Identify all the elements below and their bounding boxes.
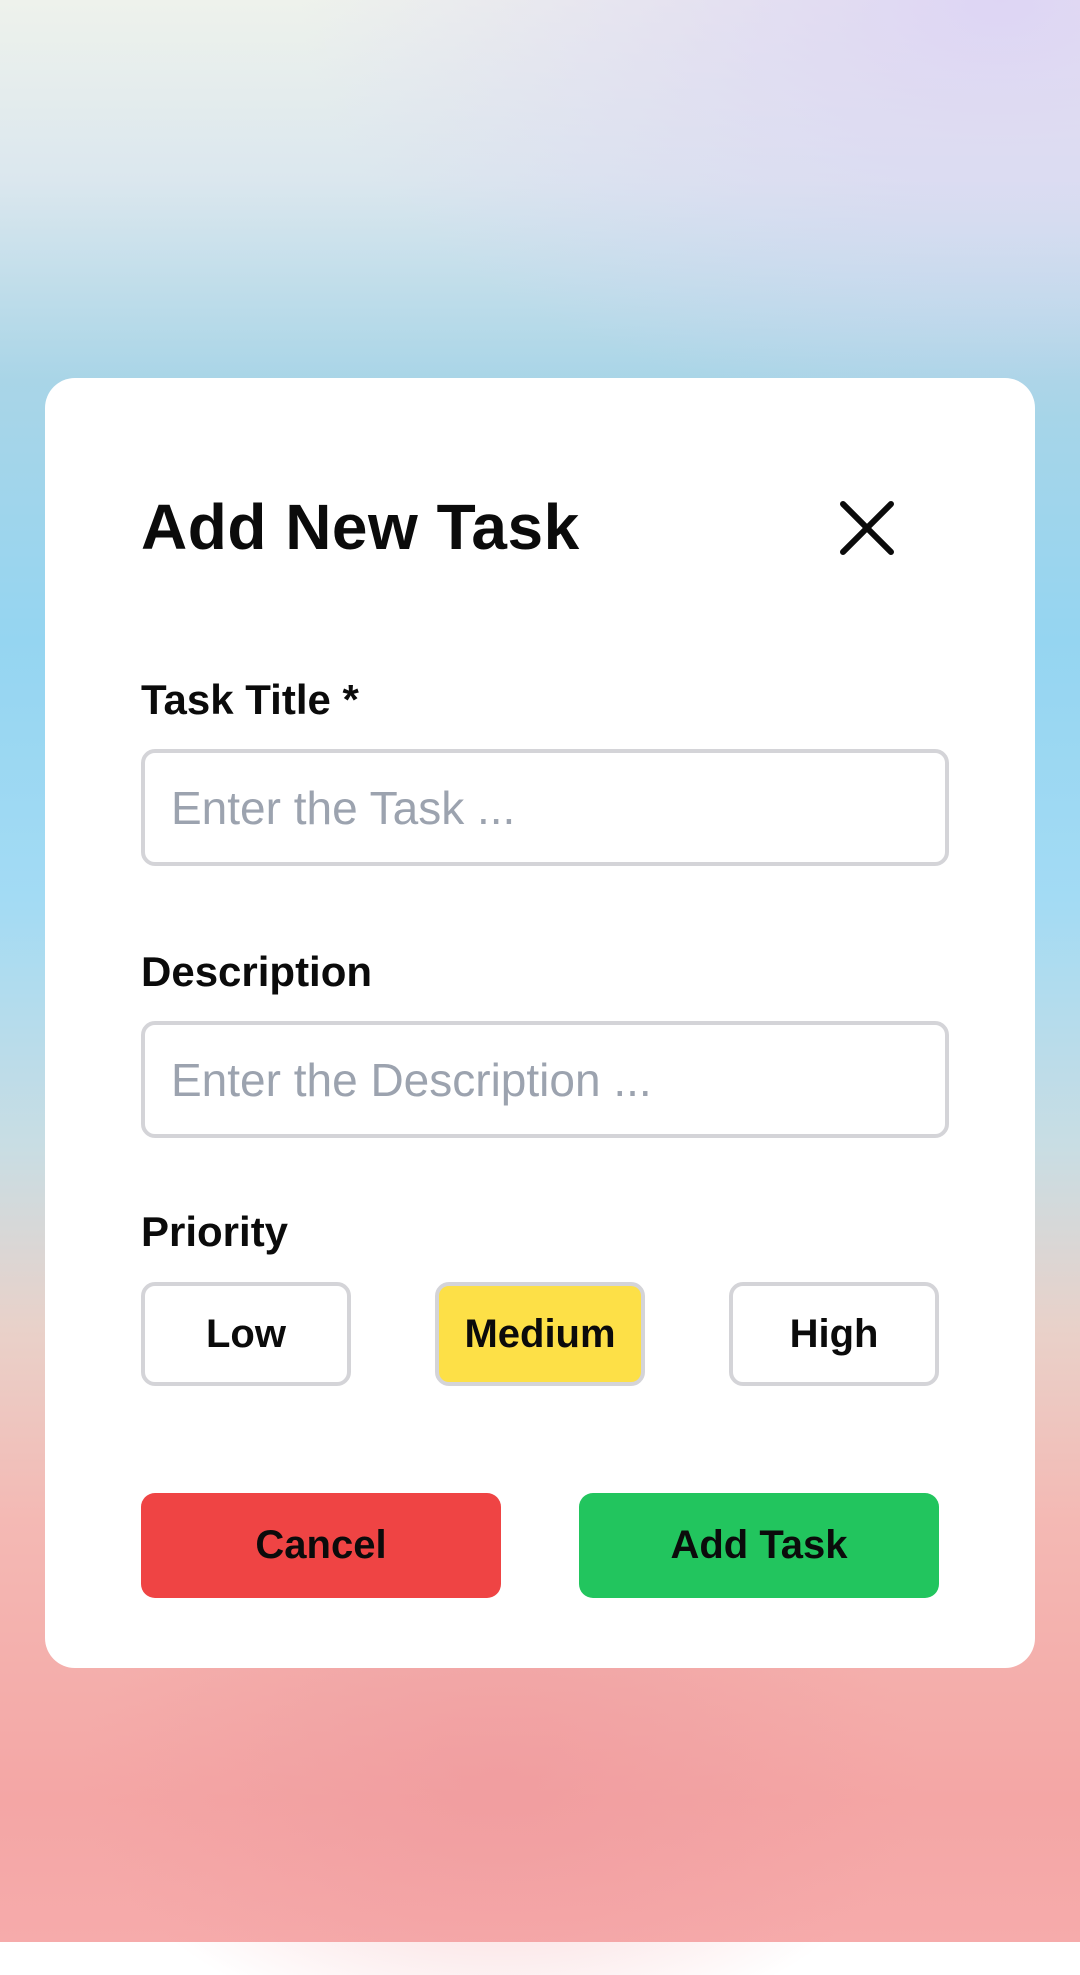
close-button[interactable] <box>835 496 899 560</box>
task-title-input[interactable] <box>141 749 949 866</box>
task-title-label: Task Title * <box>141 676 359 723</box>
description-input[interactable] <box>141 1021 949 1138</box>
cancel-button[interactable]: Cancel <box>141 1493 501 1598</box>
priority-low-button[interactable]: Low <box>141 1282 351 1386</box>
add-task-button[interactable]: Add Task <box>579 1493 939 1598</box>
description-label: Description <box>141 948 373 995</box>
priority-high-button[interactable]: High <box>729 1282 939 1386</box>
dialog-title: Add New Task <box>141 491 580 563</box>
close-icon <box>840 501 894 555</box>
priority-label: Priority <box>141 1208 289 1255</box>
priority-medium-button[interactable]: Medium <box>435 1282 645 1386</box>
add-task-dialog: Add New Task Task Title * Description Pr… <box>45 378 1035 1668</box>
